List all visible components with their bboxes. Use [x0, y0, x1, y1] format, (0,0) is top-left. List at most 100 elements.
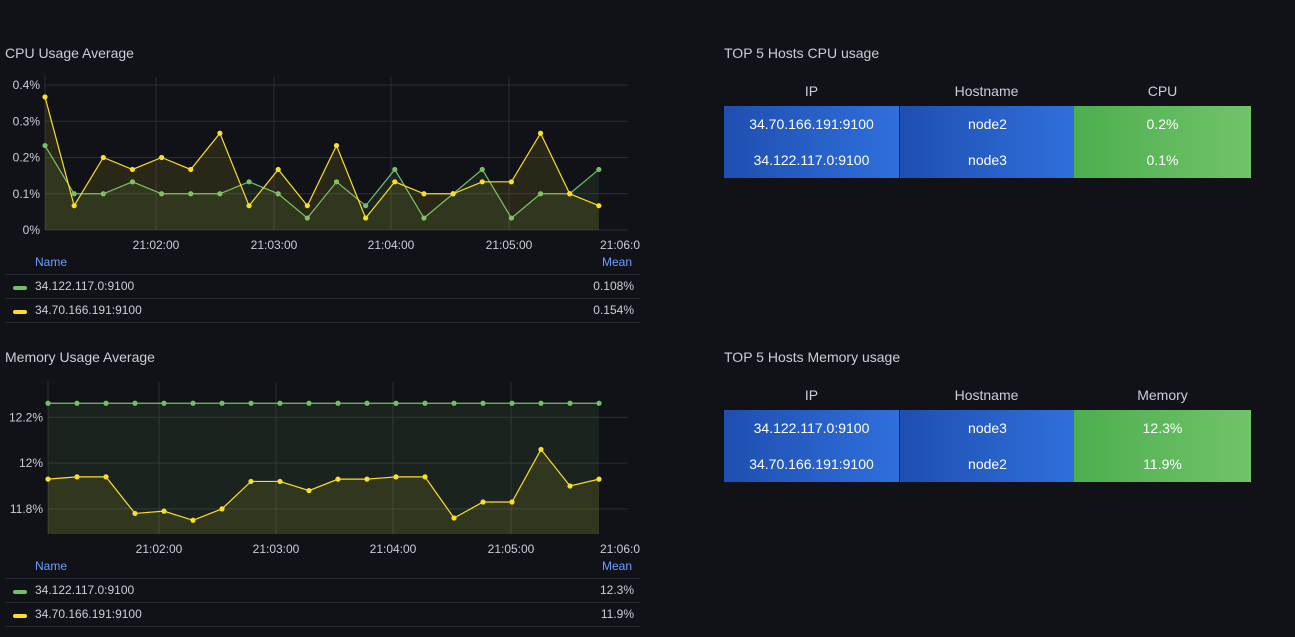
data-point[interactable]: [596, 166, 602, 173]
top-cpu-table: IP Hostname CPU 34.70.166.191:9100 node2…: [724, 76, 1251, 178]
data-point[interactable]: [393, 400, 399, 406]
data-point[interactable]: [277, 478, 283, 485]
data-point[interactable]: [132, 400, 138, 406]
column-header-hostname[interactable]: Hostname: [899, 387, 1074, 403]
column-header-cpu[interactable]: CPU: [1074, 83, 1251, 99]
data-point[interactable]: [42, 94, 48, 100]
x-tick-label: 21:02:00: [133, 238, 180, 252]
data-point[interactable]: [277, 400, 283, 406]
cell-ip: 34.122.117.0:9100: [724, 142, 899, 178]
data-point[interactable]: [219, 400, 225, 406]
data-point[interactable]: [538, 446, 544, 453]
data-point[interactable]: [480, 400, 486, 406]
data-point[interactable]: [188, 166, 194, 173]
table-row: 34.70.166.191:9100 node2 11.9%: [724, 446, 1251, 482]
y-tick-label: 11.8%: [10, 502, 43, 516]
data-point[interactable]: [246, 203, 252, 209]
data-point[interactable]: [450, 191, 456, 197]
cpu-legend-item-1[interactable]: 34.70.166.191:9100 0.154%: [5, 298, 640, 322]
series-color-swatch: [13, 310, 27, 314]
cpu-panel-title[interactable]: CPU Usage Average: [5, 45, 134, 61]
cpu-legend-name-header[interactable]: Name: [35, 255, 67, 269]
cell-cpu: 0.1%: [1074, 142, 1251, 178]
data-point[interactable]: [335, 476, 341, 482]
data-point[interactable]: [45, 476, 51, 482]
data-point[interactable]: [567, 191, 573, 197]
data-point[interactable]: [596, 400, 602, 406]
data-point[interactable]: [596, 476, 602, 482]
data-point[interactable]: [248, 400, 254, 406]
column-header-ip[interactable]: IP: [724, 83, 899, 99]
data-point[interactable]: [74, 400, 80, 406]
cell-hostname: node2: [899, 106, 1075, 142]
data-point[interactable]: [567, 483, 573, 489]
legend-series-mean: 0.154%: [593, 303, 634, 317]
data-point[interactable]: [190, 517, 196, 523]
data-point[interactable]: [159, 154, 165, 161]
data-point[interactable]: [71, 203, 77, 209]
cpu-series-1: [42, 94, 602, 231]
data-point[interactable]: [103, 474, 109, 480]
mem-legend-item-1[interactable]: 34.70.166.191:9100 11.9%: [5, 602, 640, 626]
cpu-legend-mean-header[interactable]: Mean: [602, 255, 632, 269]
data-point[interactable]: [275, 166, 281, 173]
column-header-memory[interactable]: Memory: [1074, 387, 1251, 403]
data-point[interactable]: [422, 400, 428, 406]
top-mem-panel-title[interactable]: TOP 5 Hosts Memory usage: [724, 349, 900, 365]
data-point[interactable]: [306, 400, 312, 406]
data-point[interactable]: [538, 400, 544, 406]
data-point[interactable]: [567, 400, 573, 406]
data-point[interactable]: [190, 400, 196, 406]
data-point[interactable]: [479, 179, 485, 185]
data-point[interactable]: [335, 400, 341, 406]
data-point[interactable]: [392, 179, 398, 185]
data-point[interactable]: [74, 474, 80, 480]
data-point[interactable]: [129, 166, 136, 173]
data-point[interactable]: [248, 478, 254, 485]
data-point[interactable]: [45, 400, 51, 406]
data-point[interactable]: [451, 400, 457, 406]
column-header-hostname[interactable]: Hostname: [899, 83, 1074, 99]
mem-panel-title[interactable]: Memory Usage Average: [5, 349, 155, 365]
data-point[interactable]: [451, 515, 457, 521]
mem-legend-mean-header[interactable]: Mean: [602, 559, 632, 573]
top-cpu-panel-title[interactable]: TOP 5 Hosts CPU usage: [724, 45, 879, 61]
data-point[interactable]: [219, 506, 225, 512]
data-point[interactable]: [161, 508, 167, 514]
column-header-ip[interactable]: IP: [724, 387, 899, 403]
legend-series-mean: 0.108%: [593, 279, 634, 293]
data-point[interactable]: [246, 179, 252, 185]
data-point[interactable]: [509, 400, 515, 406]
data-point[interactable]: [363, 215, 369, 221]
cell-ip: 34.70.166.191:9100: [724, 446, 899, 482]
data-point[interactable]: [217, 130, 223, 136]
data-point[interactable]: [479, 166, 485, 173]
x-tick-label: 21:04:00: [368, 238, 415, 252]
data-point[interactable]: [421, 191, 427, 197]
data-point[interactable]: [306, 487, 312, 494]
data-point[interactable]: [132, 510, 138, 517]
cpu-legend-item-0[interactable]: 34.122.117.0:9100 0.108%: [5, 274, 640, 298]
data-point[interactable]: [333, 142, 340, 149]
data-point[interactable]: [71, 191, 77, 197]
data-point[interactable]: [161, 400, 167, 406]
data-point[interactable]: [304, 203, 310, 209]
data-point[interactable]: [364, 400, 370, 406]
data-point[interactable]: [364, 476, 370, 482]
data-point[interactable]: [509, 499, 515, 505]
data-point[interactable]: [537, 130, 544, 136]
data-point[interactable]: [363, 203, 369, 209]
data-point[interactable]: [508, 179, 514, 185]
data-point[interactable]: [392, 166, 398, 173]
data-point[interactable]: [100, 154, 106, 161]
mem-legend-item-0[interactable]: 34.122.117.0:9100 12.3%: [5, 578, 640, 602]
top-memory-table: IP Hostname Memory 34.122.117.0:9100 nod…: [724, 380, 1251, 482]
data-point[interactable]: [596, 203, 602, 209]
data-point[interactable]: [103, 400, 109, 406]
y-tick-label: 0.1%: [13, 187, 41, 201]
data-point[interactable]: [422, 474, 428, 480]
data-point[interactable]: [393, 474, 399, 480]
x-tick-label: 21:04:00: [370, 542, 417, 556]
data-point[interactable]: [480, 499, 486, 505]
mem-legend-name-header[interactable]: Name: [35, 559, 67, 573]
